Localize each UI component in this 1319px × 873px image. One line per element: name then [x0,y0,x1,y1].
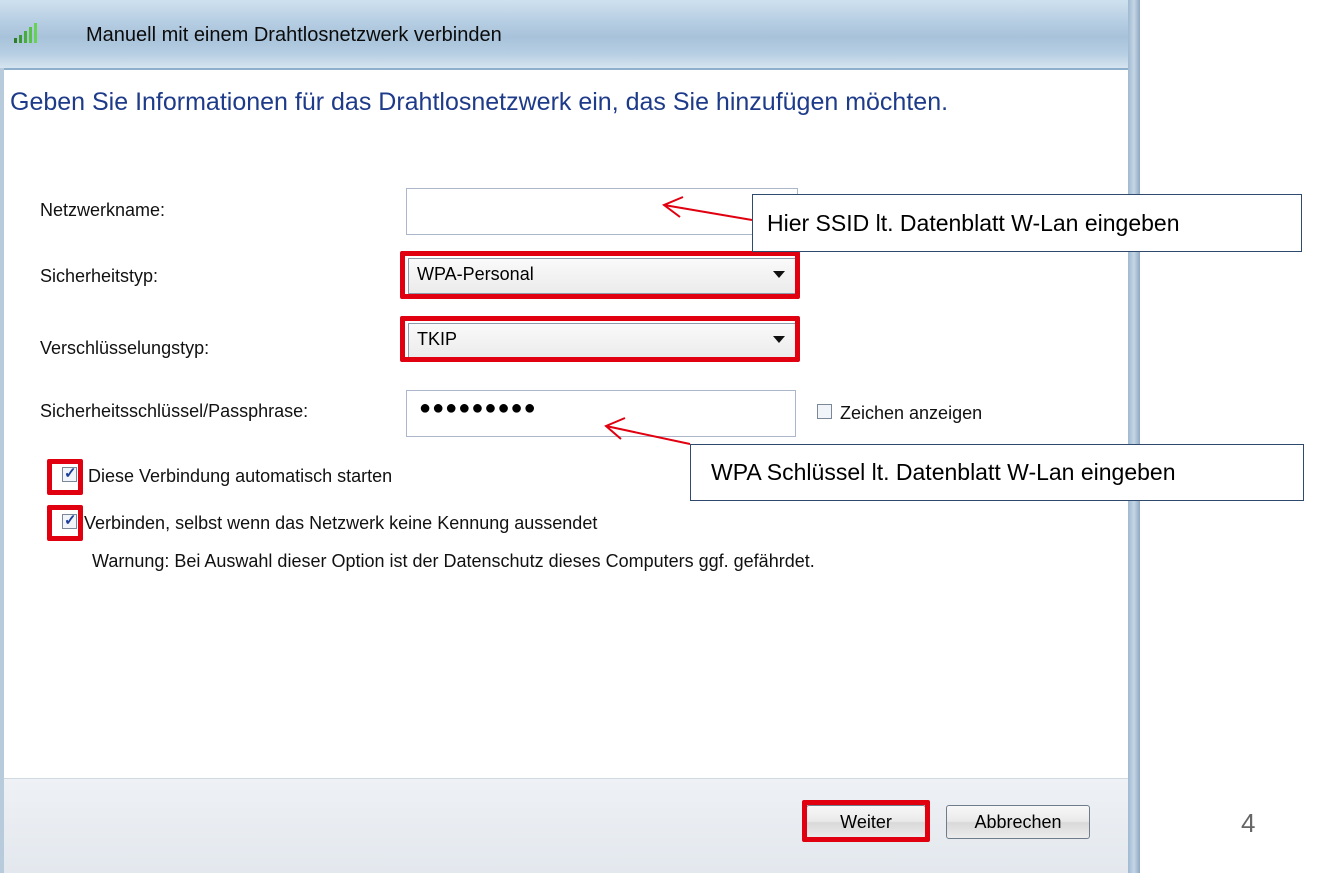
wpa-callout: WPA Schlüssel lt. Datenblatt W-Lan einge… [690,444,1304,501]
security-key-label: Sicherheitsschlüssel/Passphrase: [40,401,309,421]
encryption-type-highlight [400,316,800,362]
window-right-border [1128,0,1140,873]
auto-start-highlight [47,459,83,495]
network-name-label: Netzwerkname: [40,200,166,220]
network-name-input[interactable] [406,188,798,235]
connect-hidden-label: Verbinden, selbst wenn das Netzwerk kein… [84,513,598,533]
page-heading: Geben Sie Informationen für das Drahtlos… [10,88,949,116]
page-number: 4 [1241,808,1256,838]
dialog-footer: Weiter Abbrechen [4,778,1128,873]
security-type-label: Sicherheitstyp: [40,266,159,286]
dialog-window: Manuell mit einem Drahtlosnetzwerk verbi… [0,0,1140,873]
ssid-callout: Hier SSID lt. Datenblatt W-Lan eingeben [752,194,1302,252]
show-characters-checkbox[interactable] [817,404,832,419]
next-button-highlight [802,800,930,842]
title-bar: Manuell mit einem Drahtlosnetzwerk verbi… [0,0,1140,68]
security-type-highlight [400,251,800,299]
encryption-type-label: Verschlüsselungstyp: [40,338,210,358]
dialog-content: Geben Sie Informationen für das Drahtlos… [4,70,1128,778]
warning-text: Warnung: Bei Auswahl dieser Option ist d… [92,551,815,571]
show-characters-label: Zeichen anzeigen [840,403,983,423]
auto-start-label: Diese Verbindung automatisch starten [88,466,393,486]
window-title: Manuell mit einem Drahtlosnetzwerk verbi… [86,24,502,46]
security-key-value: ●●●●●●●●● [419,397,537,419]
cancel-button[interactable]: Abbrechen [946,805,1090,839]
connect-hidden-highlight [47,505,83,541]
security-key-input[interactable]: ●●●●●●●●● [406,390,796,437]
wifi-signal-icon [14,23,37,43]
